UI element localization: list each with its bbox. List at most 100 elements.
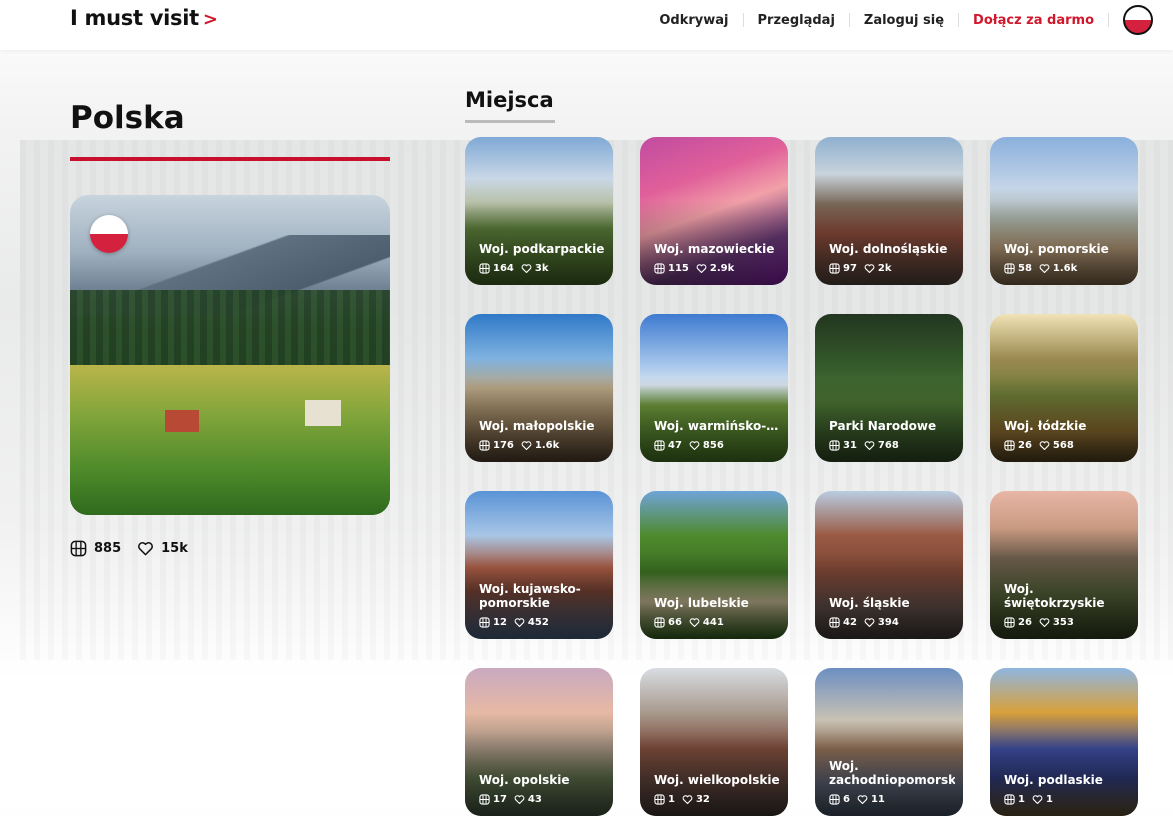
place-card-stats: 6 11 [829, 794, 892, 805]
place-card-likes-count: 1.6k [534, 440, 560, 451]
place-card[interactable]: Woj. lubelskie 66 441 [640, 491, 788, 639]
places-grid-icon [479, 794, 490, 805]
place-card-places-count: 42 [843, 617, 857, 628]
place-card[interactable]: Woj. łódzkie 26 568 [990, 314, 1138, 462]
place-card-title: Woj. łódzkie [1004, 419, 1087, 433]
nav-divider [1108, 13, 1109, 27]
place-card-title: Woj. dolnośląskie [829, 242, 948, 256]
country-hero-image[interactable] [70, 195, 390, 515]
places-grid-icon [1004, 263, 1015, 274]
place-card[interactable]: Woj. warmińsko-… 47 856 [640, 314, 788, 462]
place-card-places-count: 31 [843, 440, 857, 451]
heart-icon[interactable] [857, 794, 868, 805]
place-card-likes-count: 441 [702, 617, 724, 628]
language-flag-button[interactable] [1123, 5, 1153, 35]
place-card[interactable]: Woj. opolskie 17 43 [465, 668, 613, 816]
place-card-likes-count: 11 [870, 794, 885, 805]
place-card-title: Woj. kujawsko-pomorskie [479, 582, 581, 610]
heart-icon[interactable] [696, 263, 707, 274]
places-heading-underline [465, 120, 555, 123]
places-grid-icon [479, 440, 490, 451]
place-card-likes-count: 1 [1045, 794, 1053, 805]
place-card-title: Woj. śląskie [829, 596, 910, 610]
heart-icon[interactable] [864, 617, 875, 628]
place-card-places-count: 26 [1018, 617, 1032, 628]
place-card-stats: 26 353 [1004, 617, 1081, 628]
heart-icon[interactable] [682, 794, 693, 805]
place-card-places-count: 1 [668, 794, 675, 805]
top-header: I must visit > Odkrywaj Przeglądaj Zalogu… [0, 0, 1173, 50]
place-card-places-count: 58 [1018, 263, 1032, 274]
places-grid-icon [1004, 794, 1015, 805]
heart-icon[interactable] [1039, 617, 1050, 628]
places-grid-icon [479, 263, 490, 274]
places-grid-icon [654, 617, 665, 628]
place-card-title: Woj. opolskie [479, 773, 570, 787]
place-card[interactable]: Woj. podlaskie 1 1 [990, 668, 1138, 816]
place-card[interactable]: Woj. małopolskie 176 1.6k [465, 314, 613, 462]
places-heading: Miejsca [465, 88, 554, 112]
country-likes-count: 15k [161, 541, 188, 556]
place-card[interactable]: Woj. śląskie 42 394 [815, 491, 963, 639]
place-card-likes-count: 768 [877, 440, 899, 451]
place-card[interactable]: Woj. pomorskie 58 1.6k [990, 137, 1138, 285]
place-card-places-count: 66 [668, 617, 682, 628]
nav-discover[interactable]: Odkrywaj [645, 13, 742, 28]
heart-icon[interactable] [514, 794, 525, 805]
place-card-title: Woj. świętokrzyskie [1004, 582, 1105, 610]
place-card[interactable]: Woj. kujawsko-pomorskie 12 452 [465, 491, 613, 639]
heart-icon[interactable] [521, 440, 532, 451]
place-card[interactable]: Parki Narodowe 31 768 [815, 314, 963, 462]
place-card-title: Parki Narodowe [829, 419, 937, 433]
place-card-stats: 176 1.6k [479, 440, 566, 451]
place-card-title: Woj. lubelskie [654, 596, 749, 610]
hero-house [165, 410, 199, 432]
place-card[interactable]: Woj. wielkopolskie 1 32 [640, 668, 788, 816]
country-title-underline [70, 157, 390, 161]
place-card-likes-count: 1.6k [1052, 263, 1078, 274]
place-card-stats: 58 1.6k [1004, 263, 1084, 274]
place-card[interactable]: Woj. świętokrzyskie 26 353 [990, 491, 1138, 639]
place-card-places-count: 26 [1018, 440, 1032, 451]
heart-icon[interactable] [689, 440, 700, 451]
place-card-title: Woj. podkarpackie [479, 242, 605, 256]
place-card[interactable]: Woj. zachodniopomorskie 6 11 [815, 668, 963, 816]
place-card-title: Woj. małopolskie [479, 419, 595, 433]
place-card-likes-count: 452 [527, 617, 549, 628]
place-card-stats: 66 441 [654, 617, 731, 628]
place-card-title: Woj. warmińsko-… [654, 419, 779, 433]
heart-icon[interactable] [521, 263, 532, 274]
hero-house [305, 400, 341, 426]
place-card[interactable]: Woj. dolnośląskie 97 2k [815, 137, 963, 285]
places-grid-icon [829, 440, 840, 451]
place-card[interactable]: Woj. podkarpackie 164 3k [465, 137, 613, 285]
place-card-stats: 12 452 [479, 617, 556, 628]
heart-icon[interactable] [864, 440, 875, 451]
heart-icon[interactable] [137, 540, 154, 557]
place-card-stats: 97 2k [829, 263, 899, 274]
heart-icon[interactable] [864, 263, 875, 274]
place-card-likes-count: 394 [877, 617, 899, 628]
nav-browse[interactable]: Przeglądaj [744, 13, 849, 28]
heart-icon[interactable] [1039, 440, 1050, 451]
heart-icon[interactable] [1032, 794, 1043, 805]
place-card-stats: 11 [1004, 794, 1060, 805]
country-stats: 885 15k [70, 540, 204, 557]
place-card-places-count: 6 [843, 794, 850, 805]
heart-icon[interactable] [1039, 263, 1050, 274]
main-nav: Odkrywaj Przeglądaj Zaloguj się Dołącz z… [645, 0, 1153, 40]
place-card-likes-count: 568 [1052, 440, 1074, 451]
place-card-places-count: 176 [493, 440, 514, 451]
logo[interactable]: I must visit > [70, 6, 218, 30]
heart-icon[interactable] [689, 617, 700, 628]
nav-login[interactable]: Zaloguj się [850, 13, 958, 28]
heart-icon[interactable] [514, 617, 525, 628]
place-card-likes-count: 2k [877, 263, 892, 274]
place-card[interactable]: Woj. mazowieckie 115 2.9k [640, 137, 788, 285]
place-card-stats: 26 568 [1004, 440, 1081, 451]
place-card-likes-count: 3k [534, 263, 549, 274]
place-card-places-count: 17 [493, 794, 507, 805]
hero-meadow [70, 365, 390, 515]
poland-flag-icon [90, 215, 128, 253]
nav-join-button[interactable]: Dołącz za darmo [959, 13, 1108, 28]
